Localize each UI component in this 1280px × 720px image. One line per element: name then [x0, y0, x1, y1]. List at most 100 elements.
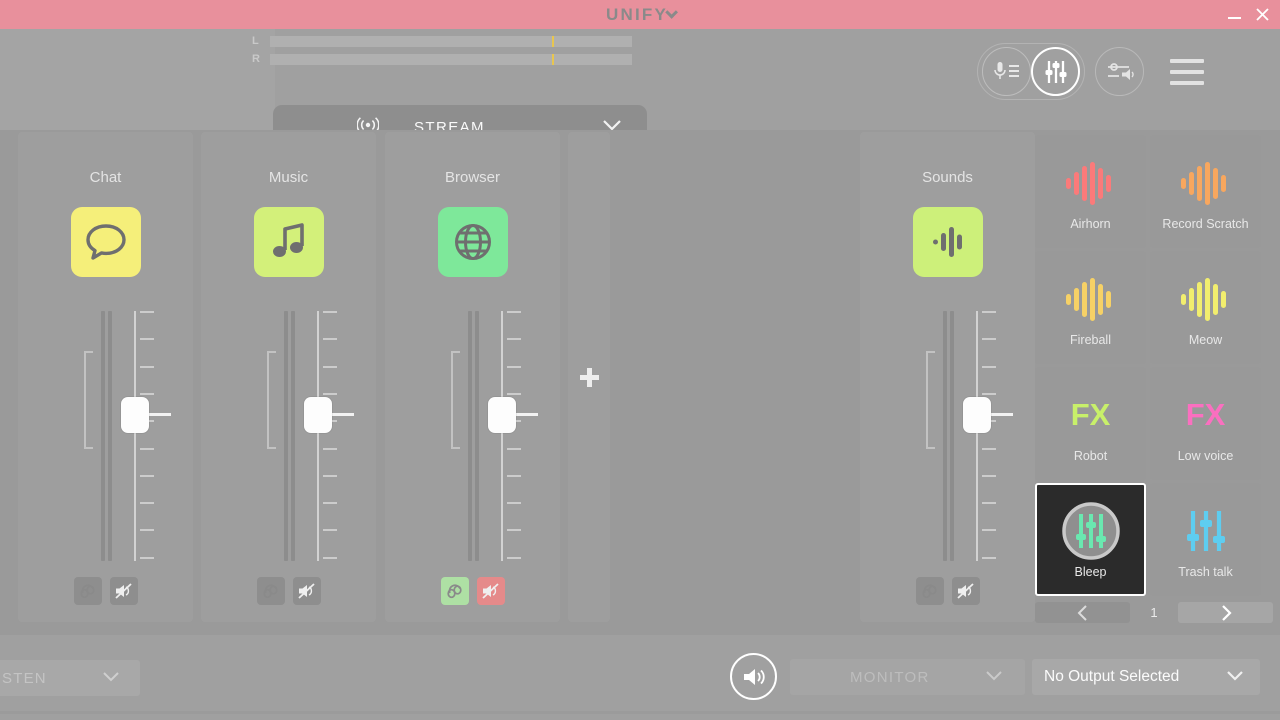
channel-name: Music	[268, 169, 309, 186]
monitor-dropdown[interactable]: MONITOR	[790, 659, 1025, 695]
meter-track-right	[270, 53, 632, 65]
waveform-icon	[1180, 162, 1226, 205]
soundboard-pad[interactable]: FX Low voice	[1150, 367, 1261, 480]
mixer-sliders-icon	[1045, 60, 1066, 83]
bottom-divider	[0, 711, 1280, 714]
speaker-mute-icon	[115, 583, 132, 599]
channel-mute-button[interactable]	[292, 577, 321, 605]
mic-list-button[interactable]	[982, 47, 1031, 96]
fader-scale	[982, 311, 996, 561]
listen-dropdown[interactable]: STEN	[0, 660, 140, 696]
fader-tick	[982, 556, 996, 559]
fader-range-bracket	[451, 351, 460, 449]
channel-strip: Browser	[385, 132, 560, 622]
speaker-mute-icon	[298, 583, 315, 599]
fader-handle[interactable]	[304, 396, 332, 433]
close-button[interactable]	[1250, 2, 1274, 28]
soundboard-pad[interactable]: Record Scratch	[1150, 135, 1261, 248]
fader-handle[interactable]	[963, 396, 991, 433]
vu-bar-left	[101, 311, 105, 561]
soundboard-pad-icon	[1178, 152, 1234, 214]
fader-scale	[507, 311, 521, 561]
hamburger-menu-button[interactable]	[1170, 58, 1204, 85]
fader-tick	[323, 474, 337, 477]
top-action-buttons	[977, 43, 1204, 100]
soundboard-pad[interactable]: Fireball	[1035, 251, 1146, 364]
fx-text-icon: FX	[1070, 397, 1111, 432]
channel-strip: Sounds	[860, 132, 1035, 622]
fader-track[interactable]	[317, 311, 319, 561]
fader-tick	[507, 392, 521, 395]
meter-peak-left	[552, 35, 555, 47]
fader-tick	[140, 311, 154, 313]
chat-bubble-icon	[85, 224, 126, 260]
channel-monitor-button[interactable]	[256, 577, 285, 605]
fader-zone	[18, 303, 193, 573]
channel-icon-tile[interactable]	[70, 207, 141, 277]
fader-tick	[982, 474, 996, 477]
mixer-button[interactable]	[1031, 47, 1080, 96]
channel-buttons	[860, 577, 1035, 605]
soundboard-pad-icon	[1060, 500, 1122, 562]
channel-mute-button[interactable]	[951, 577, 980, 605]
soundboard-next-page-button[interactable]	[1178, 602, 1273, 623]
fader-tick	[140, 556, 154, 559]
channel-mute-button[interactable]	[109, 577, 138, 605]
soundboard-pad[interactable]: Meow	[1150, 251, 1261, 364]
channel-icon-tile[interactable]	[912, 207, 983, 277]
vu-bar-right	[108, 311, 112, 561]
channel-vu-meter	[468, 311, 480, 561]
soundboard-pad[interactable]: Bleep	[1035, 483, 1146, 596]
soundboard-pad[interactable]: FX Robot	[1035, 367, 1146, 480]
mic-mixer-toggle-group	[977, 43, 1085, 100]
soundboard-pad[interactable]: Trash talk	[1150, 483, 1261, 596]
channel-buttons	[18, 577, 193, 605]
fader-tick	[140, 474, 154, 477]
fx-text-icon: FX	[1185, 397, 1226, 432]
soundboard-pad-label: Fireball	[1070, 333, 1111, 347]
fader-tick	[507, 556, 521, 559]
top-bar-left-pad	[0, 29, 275, 130]
soundboard-pagination: 1	[1035, 602, 1280, 623]
title-bar: UNIFY	[0, 0, 1280, 29]
meter-track-left	[270, 35, 632, 47]
fader-indicator	[149, 412, 171, 416]
fader-tick	[323, 338, 337, 341]
soundboard-page-number: 1	[1150, 605, 1158, 620]
add-channel-button[interactable]	[568, 132, 610, 622]
monitor-speaker-button[interactable]	[730, 653, 777, 700]
close-icon	[1255, 8, 1269, 21]
meter-peak-right	[552, 53, 555, 65]
channel-monitor-button[interactable]	[440, 577, 469, 605]
headphones-icon	[79, 584, 95, 599]
fader-track[interactable]	[976, 311, 978, 561]
minimize-button[interactable]	[1222, 2, 1246, 28]
fader-track[interactable]	[501, 311, 503, 561]
fader-handle[interactable]	[488, 396, 516, 433]
soundboard-pad[interactable]: Airhorn	[1035, 135, 1146, 248]
speaker-mute-icon	[482, 583, 499, 599]
channel-vu-meter	[101, 311, 113, 561]
meter-row-left: L	[252, 35, 632, 47]
fader-track[interactable]	[134, 311, 136, 561]
channel-icon-tile[interactable]	[437, 207, 508, 277]
app-title: UNIFY	[606, 4, 668, 24]
eq-button[interactable]	[1095, 47, 1144, 96]
fader-indicator	[516, 412, 538, 416]
fader-tick	[507, 338, 521, 341]
headphones-icon	[921, 584, 937, 599]
soundboard-prev-page-button[interactable]	[1035, 602, 1130, 623]
meter-label-left: L	[252, 35, 259, 47]
fader-range-bracket	[84, 351, 93, 449]
listen-dropdown-label: STEN	[2, 669, 47, 687]
channel-mute-button[interactable]	[476, 577, 505, 605]
channel-icon-tile[interactable]	[253, 207, 324, 277]
output-dropdown[interactable]: No Output Selected	[1032, 659, 1260, 695]
vu-bar-left	[943, 311, 947, 561]
fader-tick	[323, 365, 337, 368]
channel-monitor-button[interactable]	[915, 577, 944, 605]
channel-monitor-button[interactable]	[73, 577, 102, 605]
fader-handle[interactable]	[121, 396, 149, 433]
chevron-down-icon	[102, 670, 120, 688]
speaker-mute-icon	[957, 583, 974, 599]
